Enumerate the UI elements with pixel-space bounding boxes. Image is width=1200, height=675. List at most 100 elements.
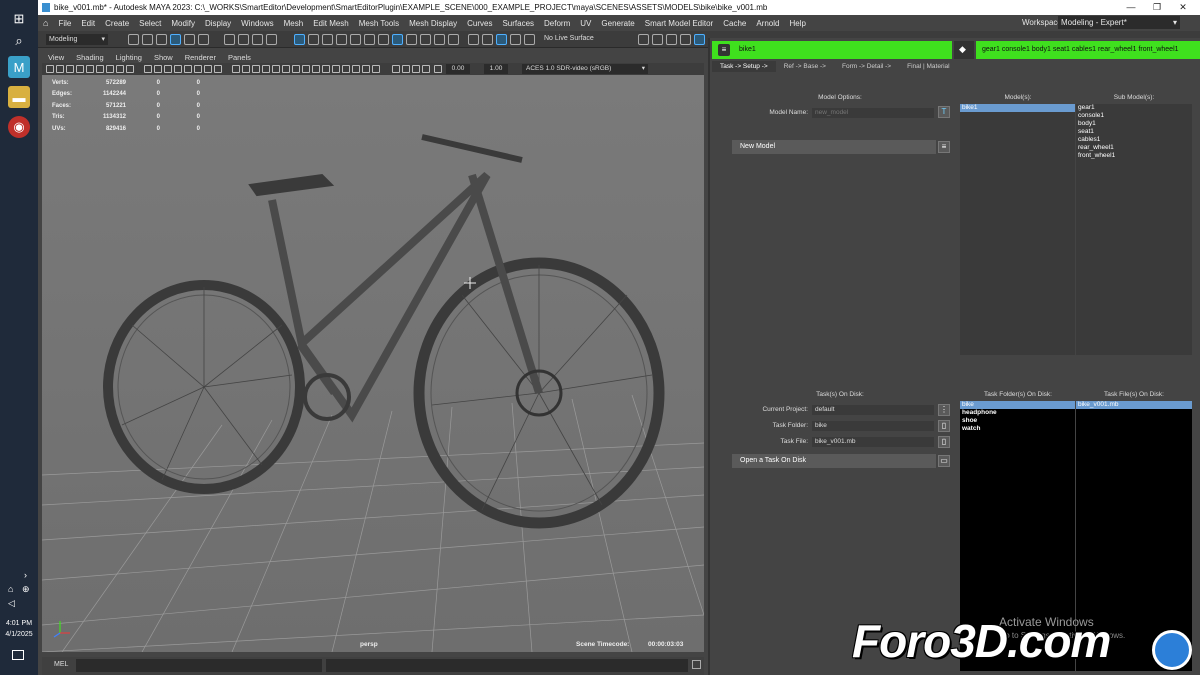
command-input[interactable] [76,659,322,672]
menu-item[interactable]: Mesh Tools [354,19,404,28]
menu-item[interactable]: Mesh [279,19,309,28]
viewport-tool-icon[interactable] [252,65,260,73]
network-icon[interactable]: ⌂ [8,584,13,594]
notification-icon[interactable] [12,650,24,660]
viewport-tool-icon[interactable] [174,65,182,73]
gamma-field[interactable]: 1.00 [484,64,508,74]
clock-date[interactable]: 4/1/2025 [2,631,36,638]
shelf-tool-icon[interactable] [336,34,347,45]
workflow-tab[interactable]: Form -> Detail -> [834,61,899,72]
3d-viewport[interactable]: persp Scene Timecode: 00:00:03:03 [42,75,704,652]
viewport-menu-item[interactable]: Panels [222,52,257,63]
list-item[interactable]: front_wheel1 [1076,152,1192,160]
shelf-tool-icon[interactable] [666,34,677,45]
viewport-tool-icon[interactable] [76,65,84,73]
shelf-tool-icon[interactable] [694,34,705,45]
list-item[interactable]: bike [960,401,1075,409]
shelf-tool-icon[interactable] [482,34,493,45]
file-explorer-icon[interactable]: ▬ [8,86,30,108]
list-item[interactable]: headphone [960,409,1075,417]
shelf-tool-icon[interactable] [364,34,375,45]
menu-item[interactable]: Deform [539,19,575,28]
shelf-tool-icon[interactable] [252,34,263,45]
windows-start-icon[interactable]: ⊞ [8,8,30,30]
layers-icon[interactable]: ≡ [938,141,950,153]
menu-item[interactable]: UV [575,19,596,28]
exposure-field[interactable]: 0.00 [446,64,470,74]
menu-item[interactable]: Help [784,19,810,28]
list-item[interactable]: shoe [960,417,1075,425]
viewport-tool-icon[interactable] [312,65,320,73]
shelf-tool-icon[interactable] [156,34,167,45]
viewport-menu-item[interactable]: Shading [70,52,110,63]
menu-item[interactable]: Generate [596,19,639,28]
viewport-tool-icon[interactable] [372,65,380,73]
shelf-tool-icon[interactable] [434,34,445,45]
menu-item[interactable]: File [53,19,76,28]
shelf-tool-icon[interactable] [680,34,691,45]
shelf-tool-icon[interactable] [294,34,305,45]
viewport-tool-icon[interactable] [302,65,310,73]
viewport-tool-icon[interactable] [116,65,124,73]
shelf-tool-icon[interactable] [350,34,361,45]
viewport-tool-icon[interactable] [434,65,442,73]
list-item[interactable]: bike_v001.mb [1076,401,1192,409]
viewport-tool-icon[interactable] [164,65,172,73]
open-task-button[interactable]: Open a Task On Disk [732,454,936,468]
list-item[interactable]: cables1 [1076,136,1192,144]
viewport-tool-icon[interactable] [204,65,212,73]
menu-item[interactable]: Edit Mesh [308,19,354,28]
list-item[interactable]: gear1 [1076,104,1192,112]
shelf-tool-icon[interactable] [448,34,459,45]
script-editor-icon[interactable] [692,660,701,669]
viewport-menu-item[interactable]: Lighting [110,52,148,63]
shelf-tool-icon[interactable] [638,34,649,45]
shelf-tool-icon[interactable] [378,34,389,45]
viewport-tool-icon[interactable] [282,65,290,73]
list-item[interactable]: watch [960,425,1075,433]
menu-item[interactable]: Windows [236,19,278,28]
viewport-tool-icon[interactable] [194,65,202,73]
workflow-tab[interactable]: Task -> Setup -> [712,61,776,72]
text-tool-icon[interactable]: T [938,106,950,118]
globe-icon[interactable]: ⊕ [22,584,30,595]
submodels-list[interactable]: gear1 console1 body1 seat1 cables1 rear_wheel… [1076,104,1192,355]
task-folder-field[interactable]: bike [812,421,934,431]
shelf-tool-icon[interactable] [198,34,209,45]
viewport-tool-icon[interactable] [144,65,152,73]
shelf-tool-icon[interactable] [170,34,181,45]
chrome-icon[interactable]: ◉ [8,116,30,138]
home-icon[interactable]: ⌂ [38,18,53,28]
minimize-button[interactable]: — [1118,0,1144,15]
viewport-tool-icon[interactable] [242,65,250,73]
shelf-tool-icon[interactable] [392,34,403,45]
shelf-tool-icon[interactable] [406,34,417,45]
menu-item[interactable]: Smart Model Editor [640,19,718,28]
menu-item[interactable]: Create [100,19,134,28]
viewport-tool-icon[interactable] [362,65,370,73]
viewport-tool-icon[interactable] [214,65,222,73]
shelf-tool-icon[interactable] [496,34,507,45]
viewport-tool-icon[interactable] [272,65,280,73]
new-model-button[interactable]: New Model [732,140,936,154]
viewport-tool-icon[interactable] [352,65,360,73]
shelf-tool-icon[interactable] [224,34,235,45]
menu-item[interactable]: Surfaces [497,19,539,28]
chevron-right-icon[interactable]: › [24,570,27,580]
model-name-input[interactable] [812,108,934,118]
viewport-tool-icon[interactable] [322,65,330,73]
task-file-field[interactable]: bike_v001.mb [812,437,934,447]
menu-item[interactable]: Select [134,19,166,28]
menu-item[interactable]: Mesh Display [404,19,462,28]
viewport-tool-icon[interactable] [66,65,74,73]
shelf-tool-icon[interactable] [510,34,521,45]
list-item[interactable]: bike1 [960,104,1075,112]
current-project-field[interactable]: default [812,405,934,415]
list-item[interactable]: rear_wheel1 [1076,144,1192,152]
viewport-tool-icon[interactable] [292,65,300,73]
project-menu-icon[interactable]: ⋮ [938,404,950,416]
viewport-tool-icon[interactable] [422,65,430,73]
close-button[interactable]: ✕ [1170,0,1196,15]
viewport-tool-icon[interactable] [154,65,162,73]
models-list[interactable]: bike1 [960,104,1075,355]
